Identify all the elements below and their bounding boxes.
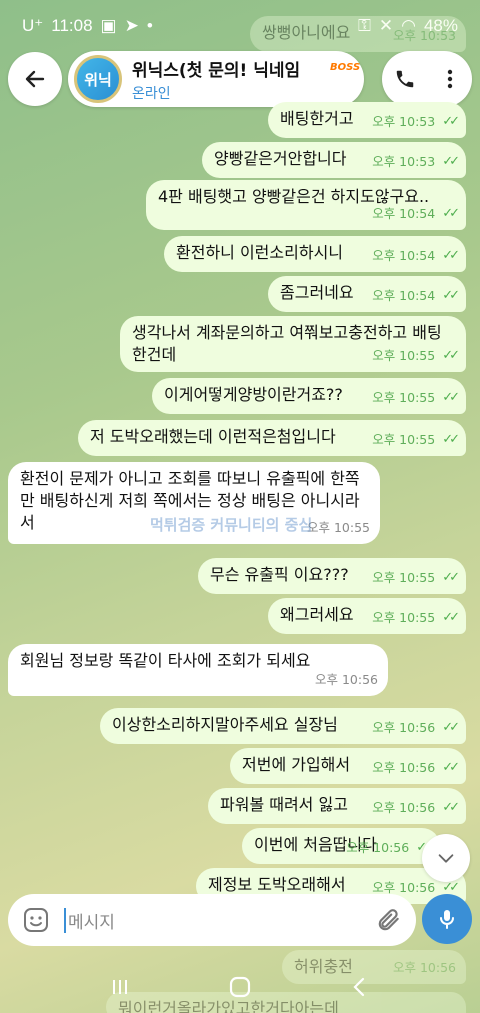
phone-icon[interactable] [394, 68, 416, 90]
message-time: 오후 10:53 [372, 154, 436, 169]
recent-apps-icon[interactable] [108, 975, 132, 999]
message-time: 오후 10:54 [372, 248, 436, 263]
message-text: 저 도박오래했는데 이런적은첨입니다 [90, 427, 336, 446]
message-text: 이게어떻게양방이란거죠?? [164, 385, 343, 404]
voice-record-button[interactable] [422, 894, 472, 944]
message-text: 배팅한거고 [280, 109, 354, 128]
message-time: 오후 10:53 [393, 28, 456, 43]
paperclip-icon[interactable] [376, 907, 402, 933]
message-time: 오후 10:55 [372, 348, 436, 363]
message-bubble[interactable]: 이상한소리하지말아주세요 실장님 오후 10:56 ✓✓ [100, 708, 466, 744]
chat-title[interactable]: 위닉 위닉스(첫 문의! 닉네임 온라인 [68, 51, 364, 107]
message-bubble[interactable]: 이게어떻게양방이란거죠?? 오후 10:55 ✓✓ [152, 378, 466, 414]
message-bubble[interactable]: 생각나서 계좌문의하고 여쭤보고충전하고 배팅한건데 오후 10:55 ✓✓ [120, 316, 466, 372]
read-checks-icon: ✓✓ [442, 206, 460, 221]
message-text: 저번에 가입해서 [242, 755, 351, 774]
arrow-left-icon [25, 70, 45, 88]
message-time: 오후 10:55 [372, 432, 436, 447]
message-bubble[interactable]: 환전하니 이런소리하시니 오후 10:54 ✓✓ [164, 236, 466, 272]
message-bubble[interactable]: 이번에 처음땁니다 오후 10:56✓✓ [242, 828, 440, 864]
message-time: 오후 10:55 [372, 570, 436, 585]
online-status: 온라인 [132, 85, 171, 102]
read-checks-icon: ✓✓ [442, 720, 460, 735]
message-bubble[interactable]: 왜그러세요 오후 10:55 ✓✓ [268, 598, 466, 634]
message-text: 무슨 유출픽 이요??? [210, 565, 349, 584]
message-time: 오후 10:53 [372, 114, 436, 129]
message-bubble[interactable]: 저 도박오래했는데 이런적은첨입니다 오후 10:55 ✓✓ [78, 420, 466, 456]
message-time: 오후 10:56 [346, 840, 410, 855]
message-bubble-faded: 쌍뻥아니에요 오후 10:53 [250, 16, 466, 52]
message-input[interactable]: 메시지 [64, 907, 376, 933]
message-text: 양빵같은거안합니다 [214, 149, 347, 168]
microphone-icon [440, 910, 454, 929]
carrier-label: U⁺ [22, 16, 44, 35]
message-time: 오후 10:54 [372, 288, 436, 303]
telegram-icon: ➤ [124, 16, 139, 35]
read-checks-icon: ✓✓ [442, 288, 460, 303]
message-text: 파워볼 때려서 잃고 [220, 795, 348, 814]
sticker-icon[interactable] [22, 906, 50, 934]
read-checks-icon: ✓✓ [442, 154, 460, 169]
back-nav-icon[interactable] [348, 975, 372, 999]
chat-header: 위닉 위닉스(첫 문의! 닉네임 온라인 BOSS [8, 50, 472, 108]
message-bubble[interactable]: 회원님 정보랑 똑같이 타사에 조회가 되세요 오후 10:56 [8, 644, 388, 696]
read-checks-icon: ✓✓ [442, 432, 460, 447]
message-bubble[interactable]: 저번에 가입해서 오후 10:56 ✓✓ [230, 748, 466, 784]
message-bubble[interactable]: 4판 배팅햇고 양빵같은건 하지도않구요.. 오후 10:54 ✓✓ [146, 180, 466, 230]
system-nav-bar [0, 960, 480, 1013]
chat-name: 위닉스(첫 문의! 닉네임 [132, 60, 301, 81]
read-checks-icon: ✓✓ [442, 114, 460, 129]
clock: 11:08 [51, 16, 93, 35]
chevron-down-icon [438, 854, 454, 863]
boss-emoji-icon: BOSS [330, 62, 361, 73]
message-time: 오후 10:55 [307, 520, 370, 535]
message-time: 오후 10:56 [372, 800, 436, 815]
message-bubble[interactable]: 파워볼 때려서 잃고 오후 10:56 ✓✓ [208, 788, 466, 824]
message-bubble[interactable]: 양빵같은거안합니다 오후 10:53 ✓✓ [202, 142, 466, 178]
gallery-icon: ▣ [100, 16, 117, 35]
message-bubble[interactable]: 좀그러네요 오후 10:54 ✓✓ [268, 276, 466, 312]
avatar: 위닉 [74, 55, 122, 103]
message-time: 오후 10:55 [372, 610, 436, 625]
read-checks-icon: ✓✓ [442, 610, 460, 625]
home-icon[interactable] [227, 974, 253, 1000]
message-text: 왜그러세요 [280, 605, 354, 624]
message-text: 환전하니 이런소리하시니 [176, 243, 344, 262]
message-time: 오후 10:55 [372, 390, 436, 405]
message-time: 오후 10:56 [372, 760, 436, 775]
watermark: 먹튀검증 커뮤니티의 중심 [150, 516, 313, 534]
message-text: 쌍뻥아니에요 [262, 23, 351, 42]
read-checks-icon: ✓✓ [442, 760, 460, 775]
message-text: 회원님 정보랑 똑같이 타사에 조회가 되세요 [20, 651, 311, 670]
message-time: 오후 10:56 [372, 720, 436, 735]
read-checks-icon: ✓✓ [442, 348, 460, 363]
message-time: 오후 10:56 [315, 672, 378, 687]
message-text: 좀그러네요 [280, 283, 354, 302]
header-actions [382, 51, 472, 107]
read-checks-icon: ✓✓ [442, 800, 460, 815]
scroll-down-button[interactable] [422, 834, 470, 882]
back-button[interactable] [8, 52, 62, 106]
message-text: 이상한소리하지말아주세요 실장님 [112, 715, 338, 734]
message-input-bar: 메시지 [8, 894, 416, 946]
read-checks-icon: ✓✓ [442, 570, 460, 585]
bell-icon: • [146, 16, 153, 35]
message-text: 제정보 도박오래해서 [208, 875, 346, 894]
more-vertical-icon[interactable] [440, 68, 460, 90]
message-bubble[interactable]: 무슨 유출픽 이요??? 오후 10:55 ✓✓ [198, 558, 466, 594]
message-bubble[interactable]: 배팅한거고 오후 10:53 ✓✓ [268, 102, 466, 138]
message-time: 오후 10:54 [372, 206, 436, 221]
read-checks-icon: ✓✓ [442, 248, 460, 263]
read-checks-icon: ✓✓ [442, 390, 460, 405]
